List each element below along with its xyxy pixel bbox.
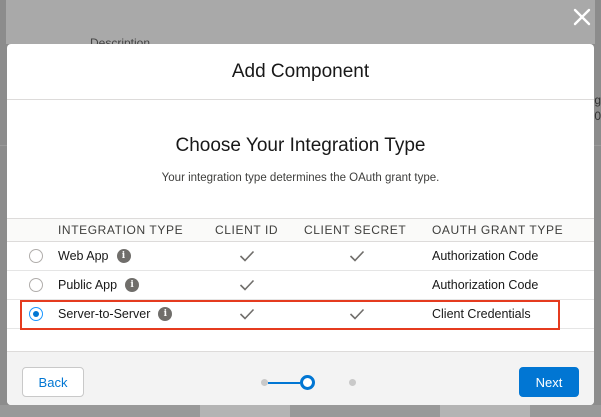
integration-type-table: INTEGRATION TYPE CLIENT ID CLIENT SECRET… — [7, 218, 594, 329]
oauth-web-app: Authorization Code — [432, 249, 539, 263]
type-label-public-app: Public App — [58, 278, 118, 292]
header-integration-type: INTEGRATION TYPE — [58, 223, 184, 237]
table-row-web-app[interactable]: Web App i Authorization Code — [7, 242, 594, 271]
close-icon[interactable] — [571, 6, 593, 28]
add-component-modal: Add Component Choose Your Integration Ty… — [7, 44, 594, 405]
header-client-secret: CLIENT SECRET — [304, 223, 407, 237]
checkmark-icon — [239, 250, 255, 262]
type-cell-web-app: Web App i — [58, 249, 131, 263]
background-bottom-bar — [200, 405, 290, 417]
radio-public-app-cell[interactable] — [29, 278, 43, 292]
radio-web-app[interactable] — [29, 249, 43, 263]
progress-stepper — [253, 374, 356, 390]
header-oauth-grant-type: OAUTH GRANT TYPE — [432, 223, 564, 237]
checkmark-icon — [349, 250, 365, 262]
radio-server-to-server-cell[interactable] — [29, 307, 43, 321]
info-icon[interactable]: i — [116, 249, 131, 263]
modal-title: Add Component — [231, 60, 370, 82]
step-progress-line — [268, 382, 300, 384]
table-row-public-app[interactable]: Public App i Authorization Code — [7, 271, 594, 300]
oauth-public-app: Authorization Code — [432, 278, 539, 292]
step-current-indicator — [300, 375, 315, 390]
type-label-web-app: Web App — [58, 249, 109, 263]
background-bottom-bar-2 — [440, 405, 530, 417]
type-label-server-to-server: Server-to-Server — [58, 307, 151, 321]
next-button[interactable]: Next — [519, 367, 579, 397]
checkmark-icon — [239, 279, 255, 291]
step-dot-3 — [349, 379, 356, 386]
step-dot-1 — [261, 379, 268, 386]
info-icon[interactable]: i — [158, 307, 173, 321]
modal-footer: Back Next — [7, 351, 594, 405]
background-fragment-1: g — [594, 93, 601, 107]
radio-server-to-server[interactable] — [29, 307, 43, 321]
type-cell-server-to-server: Server-to-Server i — [58, 307, 173, 321]
info-icon[interactable]: i — [125, 278, 140, 292]
radio-public-app[interactable] — [29, 278, 43, 292]
table-header-row: INTEGRATION TYPE CLIENT ID CLIENT SECRET… — [7, 218, 594, 242]
modal-header: Add Component — [7, 44, 594, 100]
background-fragment-2: 0 — [594, 109, 601, 123]
section-heading: Choose Your Integration Type — [175, 135, 426, 156]
header-client-id: CLIENT ID — [215, 223, 279, 237]
section-subheading: Your integration type determines the OAu… — [161, 172, 440, 184]
radio-web-app-cell[interactable] — [29, 249, 43, 263]
back-button[interactable]: Back — [22, 367, 84, 397]
type-cell-public-app: Public App i — [58, 278, 140, 292]
oauth-server-to-server: Client Credentials — [432, 307, 531, 321]
background-fragment: g 0 — [594, 92, 601, 124]
checkmark-icon — [349, 308, 365, 320]
checkmark-icon — [239, 308, 255, 320]
table-row-server-to-server[interactable]: Server-to-Server i Client Credentials — [7, 300, 594, 329]
